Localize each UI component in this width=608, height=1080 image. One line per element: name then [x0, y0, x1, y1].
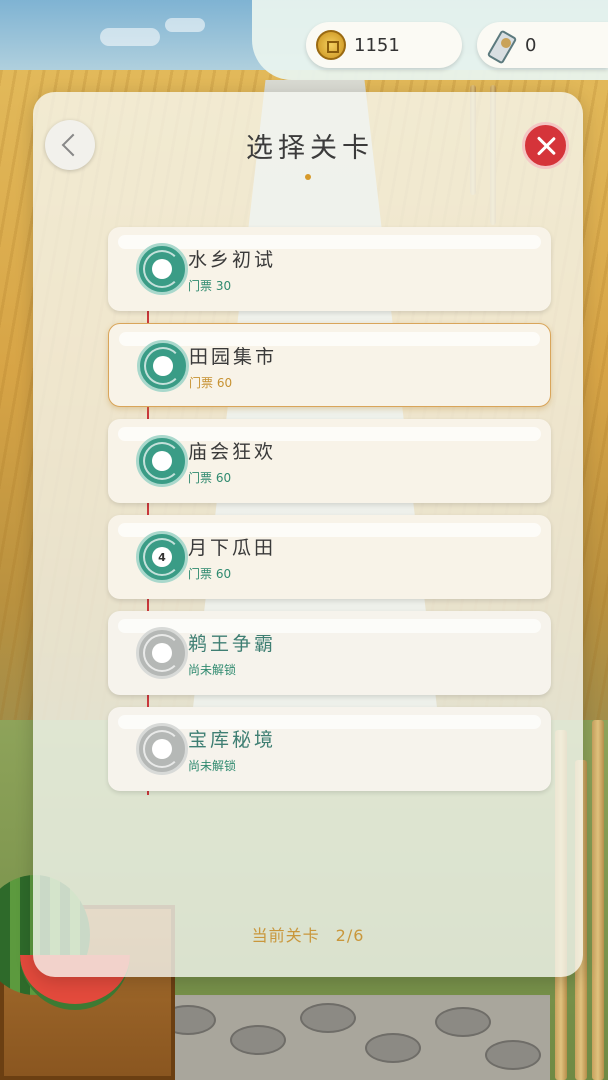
- cloud: [165, 18, 205, 32]
- level-name: 月下瓜田: [188, 537, 277, 559]
- level-name: 水乡初试: [188, 249, 277, 271]
- level-disc-icon: 4: [136, 531, 188, 583]
- coin-count: 1151: [354, 34, 400, 56]
- level-name: 宝库秘境: [188, 729, 277, 751]
- level-card[interactable]: 庙会狂欢 门票 60: [108, 419, 551, 503]
- level-card-locked[interactable]: 鹈王争霸 尚未解锁: [108, 611, 551, 695]
- level-lock-status: 尚未解锁: [188, 663, 237, 677]
- level-badge: [152, 451, 172, 471]
- current-level-value: 2/6: [335, 926, 365, 945]
- current-level-indicator: 当前关卡 2/6: [33, 922, 583, 946]
- pebble: [435, 1007, 491, 1037]
- level-name: 鹈王争霸: [188, 633, 277, 655]
- pebble: [365, 1033, 421, 1063]
- scroll-icon: [487, 30, 517, 60]
- level-badge: [153, 356, 173, 376]
- level-ticket: 门票 60: [188, 471, 232, 485]
- level-disc-icon-locked: [136, 627, 188, 679]
- close-button[interactable]: [522, 122, 569, 169]
- pebble: [230, 1025, 286, 1055]
- scroll-counter[interactable]: 0: [477, 22, 608, 68]
- current-level-label: 当前关卡: [251, 926, 320, 945]
- level-disc-icon: [136, 243, 188, 295]
- level-ticket: 门票 60: [189, 376, 233, 390]
- level-name: 庙会狂欢: [188, 441, 277, 463]
- level-badge: [152, 259, 172, 279]
- level-disc-icon: [137, 340, 189, 392]
- level-card-selected[interactable]: 田园集市 门票 60: [108, 323, 551, 407]
- level-name: 田园集市: [189, 346, 278, 368]
- scroll-count: 0: [525, 34, 537, 56]
- cloud: [100, 28, 160, 46]
- back-button[interactable]: [45, 120, 95, 170]
- level-ticket: 门票 30: [188, 279, 232, 293]
- level-lock-status: 尚未解锁: [188, 759, 237, 773]
- level-ticket: 门票 60: [188, 567, 232, 581]
- title-dot: [305, 174, 311, 180]
- chevron-left-icon: [61, 133, 85, 157]
- level-badge: [152, 739, 172, 759]
- pebble: [300, 1003, 356, 1033]
- level-card[interactable]: 水乡初试 门票 30: [108, 227, 551, 311]
- pebble: [485, 1040, 541, 1070]
- pebble-path: [150, 995, 550, 1080]
- coin-icon: [316, 30, 346, 60]
- level-card-locked[interactable]: 宝库秘境 尚未解锁: [108, 707, 551, 791]
- level-card[interactable]: 4 月下瓜田 门票 60: [108, 515, 551, 599]
- bamboo-fence: [592, 720, 604, 1080]
- close-icon: [536, 136, 556, 156]
- level-badge: 4: [152, 547, 172, 567]
- level-disc-icon-locked: [136, 723, 188, 775]
- level-disc-icon: [136, 435, 188, 487]
- page-title: 选择关卡: [246, 133, 374, 164]
- level-badge: [152, 643, 172, 663]
- coin-counter[interactable]: 1151: [306, 22, 462, 68]
